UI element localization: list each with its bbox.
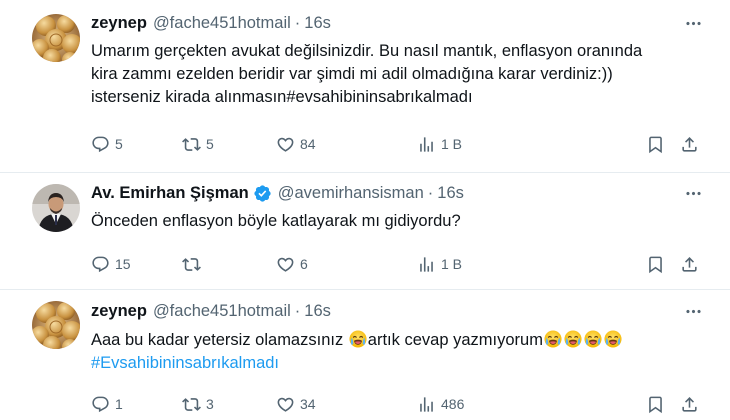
share-icon bbox=[680, 395, 699, 414]
heart-icon bbox=[276, 255, 295, 274]
reply-button[interactable]: 5 bbox=[91, 132, 123, 156]
share-icon bbox=[680, 135, 699, 154]
more-dots-icon bbox=[684, 184, 703, 203]
bookmark-icon bbox=[646, 255, 665, 274]
retweet-icon bbox=[182, 395, 201, 414]
views-count: 1 B bbox=[441, 256, 463, 272]
reply-count: 1 bbox=[115, 396, 123, 412]
views-button[interactable]: 1 B bbox=[417, 132, 462, 156]
bookmark-button[interactable] bbox=[646, 132, 665, 156]
crying-face-emoji-icon bbox=[564, 330, 582, 348]
reply-icon bbox=[91, 135, 110, 154]
retweet-button[interactable]: 5 bbox=[182, 132, 214, 156]
avatar[interactable] bbox=[32, 184, 80, 232]
retweet-button[interactable] bbox=[182, 252, 206, 276]
views-count: 486 bbox=[441, 396, 465, 412]
more-dots-icon bbox=[684, 302, 703, 321]
reply-button[interactable]: 1 bbox=[91, 392, 123, 416]
separator-dot: · bbox=[294, 13, 301, 32]
timestamp[interactable]: 16s bbox=[437, 184, 464, 203]
tweet-text-line: Aaa bu kadar yetersiz olamazsınız artık … bbox=[91, 329, 711, 352]
hashtag-link[interactable]: #Evsahibininsabrıkalmadı bbox=[91, 352, 711, 375]
display-name[interactable]: zeynep bbox=[91, 14, 147, 33]
crying-face-emoji-icon bbox=[349, 330, 367, 348]
user-handle[interactable]: @avemirhansisman bbox=[278, 184, 424, 203]
bookmark-button[interactable] bbox=[646, 392, 665, 416]
reply-icon bbox=[91, 395, 110, 414]
crying-face-emoji-icon bbox=[544, 330, 562, 348]
like-button[interactable]: 84 bbox=[276, 132, 316, 156]
display-name[interactable]: zeynep bbox=[91, 302, 147, 321]
tweet-text-line: kira zammı ezelden beridir var şimdi mi … bbox=[91, 65, 613, 83]
tweet-text: Aaa bu kadar yetersiz olamazsınız artık … bbox=[91, 329, 711, 375]
like-button[interactable]: 34 bbox=[276, 392, 316, 416]
tweet[interactable]: Av. Emirhan Şişman @avemirhansisman · 16… bbox=[0, 172, 730, 289]
tweet-header: Av. Emirhan Şişman @avemirhansisman · 16… bbox=[91, 182, 464, 204]
avatar-coins-photo bbox=[32, 14, 80, 62]
more-options-button[interactable] bbox=[682, 300, 704, 322]
more-options-button[interactable] bbox=[682, 182, 704, 204]
reply-icon bbox=[91, 255, 110, 274]
more-dots-icon bbox=[684, 14, 703, 33]
heart-icon bbox=[276, 135, 295, 154]
retweet-count: 3 bbox=[206, 396, 214, 412]
like-count: 84 bbox=[300, 136, 316, 152]
share-button[interactable] bbox=[680, 132, 699, 156]
reply-button[interactable]: 15 bbox=[91, 252, 131, 276]
avatar-coins-photo bbox=[32, 301, 80, 349]
separator-dot: · bbox=[427, 183, 434, 202]
bookmark-button[interactable] bbox=[646, 252, 665, 276]
display-name[interactable]: Av. Emirhan Şişman bbox=[91, 184, 249, 203]
tweet-text-line: isterseniz kirada alınmasın#evsahibinins… bbox=[91, 88, 473, 106]
retweet-button[interactable]: 3 bbox=[182, 392, 214, 416]
views-button[interactable]: 486 bbox=[417, 392, 464, 416]
share-button[interactable] bbox=[680, 392, 699, 416]
avatar[interactable] bbox=[32, 301, 80, 349]
tweet-actions: 15 6 1 B bbox=[91, 252, 711, 276]
reply-count: 15 bbox=[115, 256, 131, 272]
share-icon bbox=[680, 255, 699, 274]
retweet-icon bbox=[182, 255, 201, 274]
more-options-button[interactable] bbox=[682, 12, 704, 34]
timestamp[interactable]: 16s bbox=[304, 14, 331, 33]
like-count: 6 bbox=[300, 256, 308, 272]
tweet-actions: 1 3 34 486 bbox=[91, 392, 711, 416]
crying-face-emoji-icon bbox=[584, 330, 602, 348]
reply-count: 5 bbox=[115, 136, 123, 152]
views-chart-icon bbox=[417, 255, 436, 274]
views-button[interactable]: 1 B bbox=[417, 252, 462, 276]
retweet-icon bbox=[182, 135, 201, 154]
tweet[interactable]: zeynep @fache451hotmail · 16s Umarım ger… bbox=[0, 0, 730, 172]
views-count: 1 B bbox=[441, 136, 463, 152]
separator-dot: · bbox=[294, 301, 301, 320]
tweet-text: Umarım gerçekten avukat değilsinizdir. B… bbox=[91, 40, 711, 109]
retweet-count: 5 bbox=[206, 136, 214, 152]
tweet-text-line: Önceden enflasyon böyle katlayarak mı gi… bbox=[91, 212, 461, 230]
tweet-text-segment: artık cevap yazmıyorum bbox=[367, 331, 543, 349]
like-button[interactable]: 6 bbox=[276, 252, 308, 276]
heart-icon bbox=[276, 395, 295, 414]
timestamp[interactable]: 16s bbox=[304, 302, 331, 321]
tweet-text: Önceden enflasyon böyle katlayarak mı gi… bbox=[91, 210, 711, 233]
user-handle[interactable]: @fache451hotmail bbox=[153, 14, 291, 33]
avatar-portrait-photo bbox=[32, 184, 80, 232]
like-count: 34 bbox=[300, 396, 316, 412]
views-chart-icon bbox=[417, 135, 436, 154]
tweet[interactable]: zeynep @fache451hotmail · 16s Aaa bu kad… bbox=[0, 289, 730, 420]
tweet-header: zeynep @fache451hotmail · 16s bbox=[91, 300, 331, 322]
views-chart-icon bbox=[417, 395, 436, 414]
tweet-text-line: Umarım gerçekten avukat değilsinizdir. B… bbox=[91, 42, 643, 60]
verified-badge-icon bbox=[253, 184, 272, 203]
tweet-text-segment: Aaa bu kadar yetersiz olamazsınız bbox=[91, 331, 348, 349]
share-button[interactable] bbox=[680, 252, 699, 276]
bookmark-icon bbox=[646, 395, 665, 414]
tweet-actions: 5 5 84 1 B bbox=[91, 132, 711, 156]
bookmark-icon bbox=[646, 135, 665, 154]
user-handle[interactable]: @fache451hotmail bbox=[153, 302, 291, 321]
avatar[interactable] bbox=[32, 14, 80, 62]
tweet-header: zeynep @fache451hotmail · 16s bbox=[91, 12, 331, 34]
crying-face-emoji-icon bbox=[604, 330, 622, 348]
